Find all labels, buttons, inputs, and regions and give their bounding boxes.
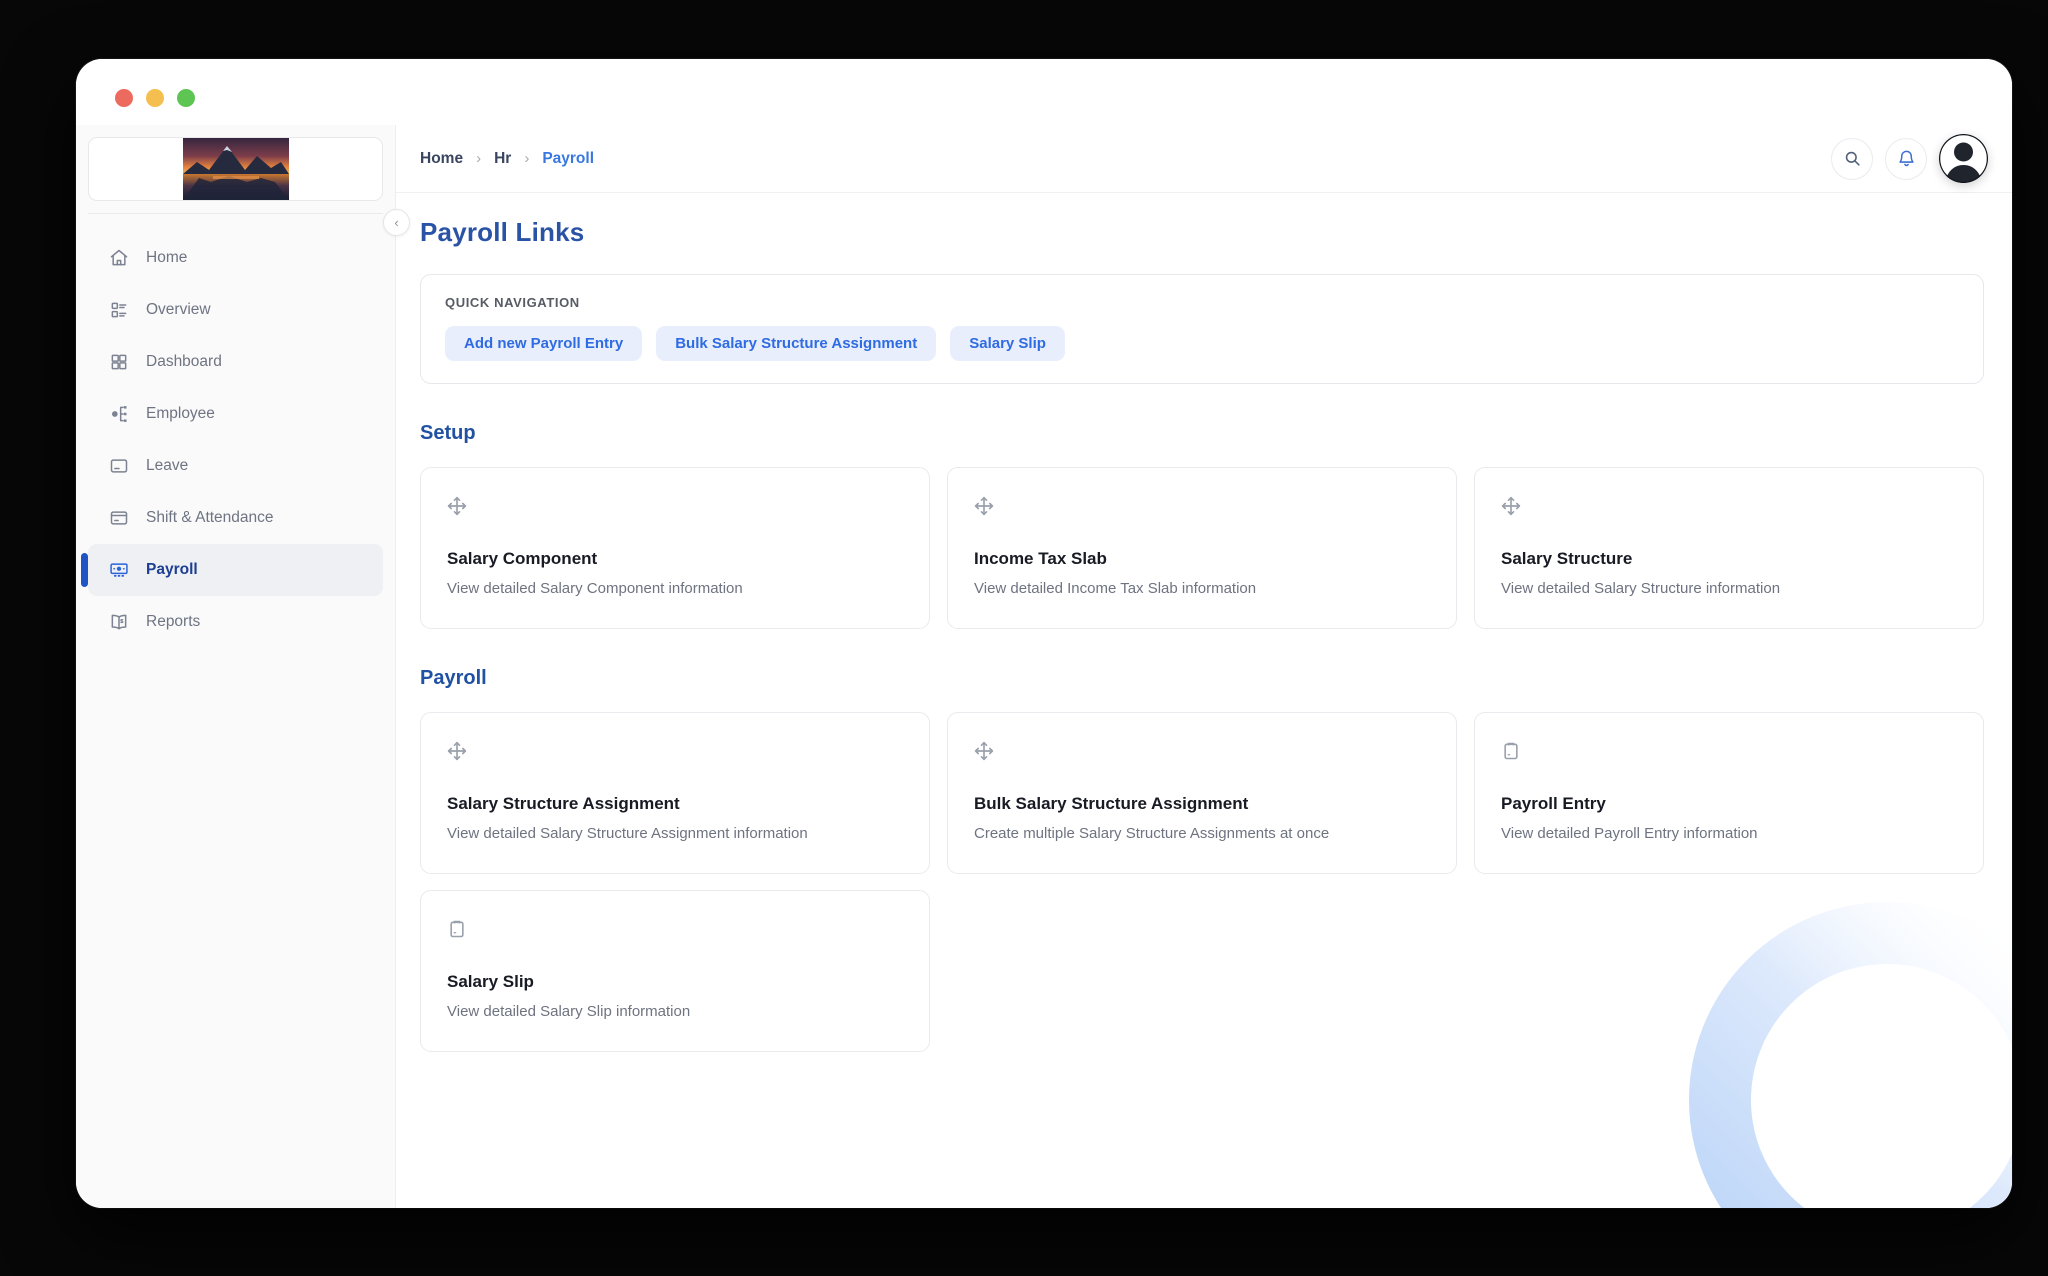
move-icon [974, 496, 994, 516]
sidebar: Home Overview Dashboard [76, 125, 396, 1208]
sidebar-item-reports[interactable]: Reports [88, 596, 383, 648]
quick-navigation-buttons: Add new Payroll Entry Bulk Salary Struct… [445, 326, 1959, 361]
window-titlebar [76, 59, 2012, 125]
move-icon [974, 741, 994, 761]
card-salary-slip[interactable]: Salary Slip View detailed Salary Slip in… [420, 890, 930, 1052]
card-description: View detailed Salary Slip information [447, 1003, 903, 1020]
traffic-lights [115, 89, 195, 107]
payroll-card-grid: Salary Structure Assignment View detaile… [420, 712, 1984, 1052]
card-description: View detailed Payroll Entry information [1501, 825, 1957, 842]
section-title-payroll: Payroll [420, 667, 1984, 690]
notifications-button[interactable] [1885, 138, 1927, 180]
search-button[interactable] [1831, 138, 1873, 180]
quick-navigation-panel: QUICK NAVIGATION Add new Payroll Entry B… [420, 274, 1984, 384]
sidebar-item-dashboard[interactable]: Dashboard [88, 336, 383, 388]
search-icon [1843, 149, 1862, 168]
card-description: View detailed Salary Structure Assignmen… [447, 825, 903, 842]
sidebar-item-label: Overview [146, 301, 211, 319]
sidebar-item-label: Employee [146, 405, 215, 423]
breadcrumb: Home › Hr › Payroll [420, 150, 594, 168]
card-payroll-entry[interactable]: Payroll Entry View detailed Payroll Entr… [1474, 712, 1984, 874]
add-new-payroll-entry-button[interactable]: Add new Payroll Entry [445, 326, 642, 361]
sidebar-collapse-button[interactable]: ‹ [383, 209, 410, 236]
salary-slip-button[interactable]: Salary Slip [950, 326, 1065, 361]
sidebar-item-label: Shift & Attendance [146, 509, 274, 527]
card-salary-structure[interactable]: Salary Structure View detailed Salary St… [1474, 467, 1984, 629]
reports-icon [108, 611, 130, 633]
payroll-icon [108, 559, 130, 581]
minimize-window-button[interactable] [146, 89, 164, 107]
clipboard-icon [1501, 741, 1521, 761]
chevron-right-icon: › [524, 150, 529, 167]
card-description: View detailed Salary Component informati… [447, 580, 903, 597]
close-window-button[interactable] [115, 89, 133, 107]
sidebar-item-home[interactable]: Home [88, 232, 383, 284]
quick-navigation-label: QUICK NAVIGATION [445, 295, 1959, 310]
header-actions [1831, 134, 1988, 183]
section-title-setup: Setup [420, 422, 1984, 445]
card-title: Salary Slip [447, 972, 903, 992]
card-title: Income Tax Slab [974, 549, 1430, 569]
card-description: View detailed Salary Structure informati… [1501, 580, 1957, 597]
sidebar-item-employee[interactable]: Employee [88, 388, 383, 440]
page-title: Payroll Links [420, 217, 1984, 248]
sidebar-item-leave[interactable]: Leave [88, 440, 383, 492]
overview-icon [108, 299, 130, 321]
move-icon [1501, 496, 1521, 516]
sidebar-item-label: Payroll [146, 561, 198, 579]
sidebar-divider [88, 213, 383, 214]
user-avatar[interactable] [1939, 134, 1988, 183]
sidebar-item-overview[interactable]: Overview [88, 284, 383, 336]
card-income-tax-slab[interactable]: Income Tax Slab View detailed Income Tax… [947, 467, 1457, 629]
main-area: Home › Hr › Payroll [396, 125, 2012, 1208]
sidebar-item-label: Reports [146, 613, 200, 631]
card-title: Salary Structure [1501, 549, 1957, 569]
app-window: Home Overview Dashboard [76, 59, 2012, 1208]
employee-icon [108, 403, 130, 425]
breadcrumb-home[interactable]: Home [420, 150, 463, 168]
card-salary-structure-assignment[interactable]: Salary Structure Assignment View detaile… [420, 712, 930, 874]
main-header: Home › Hr › Payroll [396, 125, 2012, 193]
bell-icon [1897, 149, 1916, 168]
sidebar-nav: Home Overview Dashboard [76, 224, 395, 656]
leave-icon [108, 455, 130, 477]
logo-mountain-image [183, 138, 289, 200]
clipboard-icon [447, 919, 467, 939]
breadcrumb-hr[interactable]: Hr [494, 150, 511, 168]
move-icon [447, 496, 467, 516]
card-description: Create multiple Salary Structure Assignm… [974, 825, 1430, 842]
sidebar-item-label: Home [146, 249, 187, 267]
chevron-right-icon: › [476, 150, 481, 167]
setup-card-grid: Salary Component View detailed Salary Co… [420, 467, 1984, 629]
shift-attendance-icon [108, 507, 130, 529]
sidebar-item-payroll[interactable]: Payroll [88, 544, 383, 596]
card-description: View detailed Income Tax Slab informatio… [974, 580, 1430, 597]
app-body: Home Overview Dashboard [76, 125, 2012, 1208]
card-salary-component[interactable]: Salary Component View detailed Salary Co… [420, 467, 930, 629]
chevron-left-icon: ‹ [394, 215, 398, 230]
sidebar-item-label: Dashboard [146, 353, 222, 371]
card-title: Payroll Entry [1501, 794, 1957, 814]
zoom-window-button[interactable] [177, 89, 195, 107]
home-icon [108, 247, 130, 269]
sidebar-item-shift-attendance[interactable]: Shift & Attendance [88, 492, 383, 544]
page-content: Payroll Links QUICK NAVIGATION Add new P… [396, 193, 2012, 1208]
card-title: Bulk Salary Structure Assignment [974, 794, 1430, 814]
app-logo[interactable] [88, 137, 383, 201]
sidebar-item-label: Leave [146, 457, 188, 475]
active-indicator [81, 553, 88, 587]
card-title: Salary Structure Assignment [447, 794, 903, 814]
move-icon [447, 741, 467, 761]
card-title: Salary Component [447, 549, 903, 569]
dashboard-icon [108, 351, 130, 373]
bulk-salary-structure-assignment-button[interactable]: Bulk Salary Structure Assignment [656, 326, 936, 361]
breadcrumb-payroll[interactable]: Payroll [542, 150, 594, 168]
card-bulk-salary-structure-assignment[interactable]: Bulk Salary Structure Assignment Create … [947, 712, 1457, 874]
